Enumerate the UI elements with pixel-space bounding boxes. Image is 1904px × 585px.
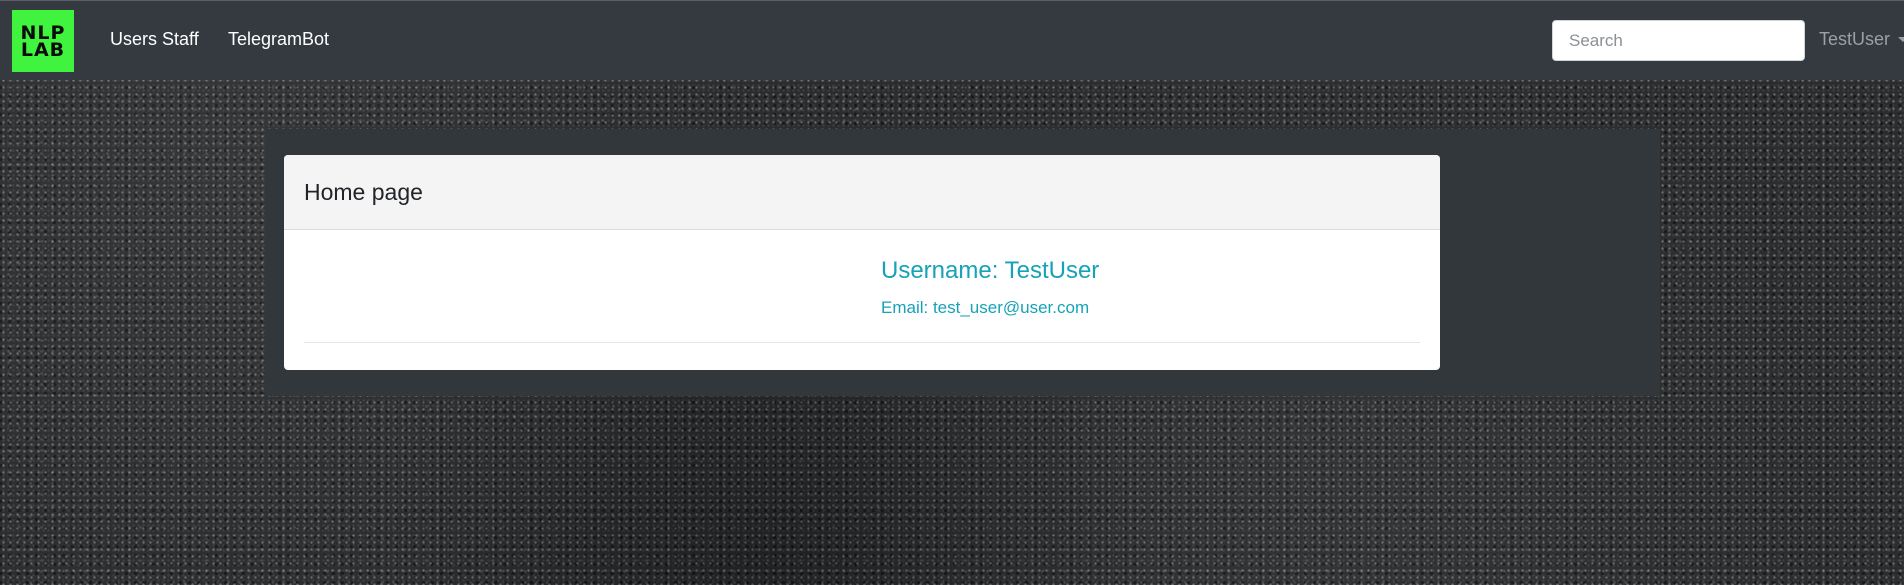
logo-line-2: LAB: [20, 39, 66, 61]
card-body: Username: TestUser Email: test_user@user…: [284, 230, 1440, 370]
email-text: Email: test_user@user.com: [881, 298, 1090, 317]
divider: [304, 342, 1420, 343]
user-dropdown[interactable]: TestUser: [1819, 29, 1904, 50]
page-title: Home page: [304, 178, 423, 205]
nlp-lab-logo[interactable]: NLP LAB: [12, 10, 74, 72]
home-card: Home page Username: TestUser Email: test…: [284, 155, 1440, 370]
user-dropdown-label: TestUser: [1819, 29, 1891, 49]
nav-link-telegrambot[interactable]: TelegramBot: [228, 29, 329, 50]
nav-link-users-staff[interactable]: Users Staff: [110, 29, 199, 50]
caret-down-icon: [1898, 37, 1904, 42]
search-input[interactable]: [1552, 20, 1805, 61]
card-header: Home page: [284, 155, 1440, 230]
top-navbar: NLP LAB Users Staff TelegramBot TestUser: [0, 0, 1904, 80]
username-text: Username: TestUser: [881, 257, 1100, 284]
